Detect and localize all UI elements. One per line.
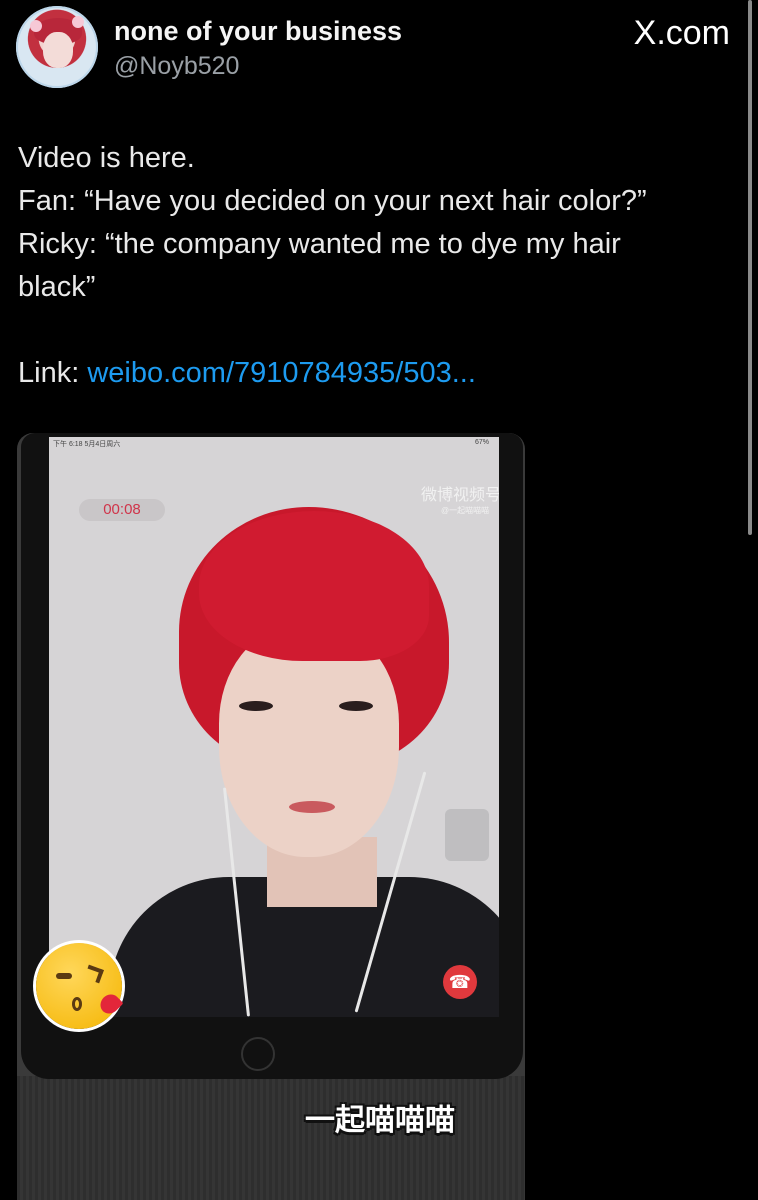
- tweet-link-line: Link: weibo.com/7910784935/503...: [18, 352, 738, 395]
- video-caption: 一起喵喵喵: [305, 1103, 455, 1138]
- person-face: [219, 627, 399, 857]
- avatar-flower-icon: [72, 16, 84, 28]
- video-call-screen: 下午 6:18 5月4日周六 67% 00:08 微博视频号 @一起喵喵喵 ☎: [49, 437, 499, 1017]
- tweet-line: Video is here.: [18, 142, 195, 174]
- person-mouth: [289, 801, 335, 813]
- tablet-statusbar: 下午 6:18 5月4日周六 67%: [53, 439, 493, 451]
- self-view-thumbnail: [445, 809, 489, 861]
- person-eye: [239, 701, 273, 711]
- link-label: Link:: [18, 357, 88, 389]
- display-name[interactable]: none of your business: [114, 16, 402, 47]
- tablet-home-button: [241, 1037, 275, 1071]
- scrollbar[interactable]: [748, 0, 752, 535]
- avatar-flower-icon: [30, 20, 42, 32]
- person-eye: [339, 701, 373, 711]
- tweet-text: Video is here. Fan: “Have you decided on…: [18, 137, 738, 395]
- tweet-line: black”: [18, 271, 96, 303]
- weibo-link[interactable]: weibo.com/7910784935/503...: [87, 357, 476, 389]
- tweet-line: Fan: “Have you decided on your next hair…: [18, 185, 647, 217]
- emoji-eye: [56, 973, 72, 979]
- tweet-page: none of your business @Noyb520 X.com Vid…: [0, 0, 758, 1200]
- avatar-face: [43, 32, 73, 68]
- user-handle[interactable]: @Noyb520: [114, 52, 239, 81]
- phone-hangup-icon: ☎: [443, 965, 477, 999]
- statusbar-battery: 67%: [474, 439, 489, 446]
- person-fringe: [199, 511, 429, 661]
- emoji-mouth: [72, 997, 82, 1011]
- statusbar-time: 下午 6:18 5月4日周六: [53, 441, 121, 448]
- weibo-watermark: 微博视频号: [421, 487, 499, 504]
- kissing-wink-emoji-icon: [36, 943, 124, 1029]
- video-media[interactable]: 下午 6:18 5月4日周六 67% 00:08 微博视频号 @一起喵喵喵 ☎: [17, 433, 525, 1200]
- user-avatar[interactable]: [16, 6, 98, 88]
- tweet-line: Ricky: “the company wanted me to dye my …: [18, 228, 621, 260]
- call-timer: 00:08: [79, 499, 165, 521]
- brand-logo: X.com: [633, 14, 730, 52]
- emoji-wink: [84, 964, 104, 984]
- weibo-watermark-handle: @一起喵喵喵: [441, 506, 490, 515]
